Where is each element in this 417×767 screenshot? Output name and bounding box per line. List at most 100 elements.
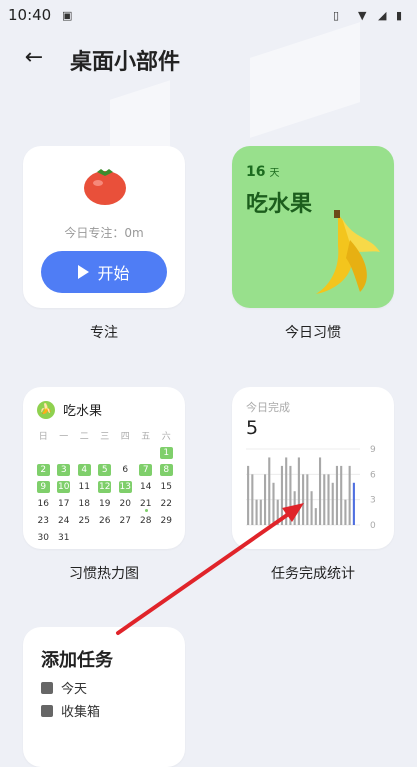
chart-bar: [331, 482, 334, 525]
chart-bar: [293, 491, 296, 525]
header: ← 桌面小部件: [0, 40, 417, 84]
status-time: 10:40: [8, 6, 52, 24]
banana-icon: [316, 210, 380, 294]
weekday-label: 一: [59, 432, 69, 442]
focus-time-text: 今日专注：0m: [64, 226, 144, 240]
inbox-icon: [41, 704, 53, 717]
calendar-day: 21: [136, 499, 157, 512]
stats-value: 5: [246, 417, 259, 439]
back-arrow-icon[interactable]: ←: [20, 44, 48, 72]
weekday-label: 三: [100, 432, 110, 442]
chart-bar: [247, 465, 250, 525]
vibrate-icon: ▯: [333, 9, 340, 22]
banana-icon: 🍌: [37, 400, 55, 419]
calendar-week-row: 2345678: [33, 461, 177, 478]
stats-title: 今日完成: [246, 401, 290, 414]
chart-y-tick: 0: [370, 521, 376, 531]
focus-widget-label: 专注: [90, 325, 118, 341]
chart-bar: [323, 474, 326, 525]
page-title: 桌面小部件: [70, 50, 181, 75]
notification-icon: ▣: [62, 9, 73, 22]
chart-bar: [318, 457, 322, 525]
chart-bar: [314, 508, 317, 525]
chart-bar: [302, 474, 305, 525]
status-bar: 10:40 ▣ ▯ ▼ ◢ ▮: [0, 0, 417, 28]
calendar-day: 28: [140, 515, 152, 526]
calendar-day: 29: [160, 515, 172, 526]
chart-bar: [276, 499, 279, 525]
chart-bar: [263, 474, 267, 525]
chart-bar: [255, 499, 258, 525]
calendar-week-row: 9 10 11 12 13 14 15: [33, 478, 177, 495]
chart-bar: [259, 499, 262, 525]
heatmap-calendar: 日一二三四五六 1 2 3 4 5 6 7 8 9 10 11 12 13 14 15 16 17 18 19 20 21…: [33, 427, 177, 546]
chart-bar: [344, 499, 347, 525]
chart-y-tick: 3: [370, 496, 376, 506]
add-task-item-label: 今天: [61, 682, 88, 697]
calendar-day: 31: [58, 532, 70, 543]
calendar-day: 20: [119, 498, 131, 509]
heatmap-widget[interactable]: 🍌 吃水果 日一二三四五六 1 2 3 4 5 6 7 8 9 10 11 12 13 14 15 16 17 18…: [23, 387, 185, 549]
calendar-day: 1: [156, 446, 177, 459]
calendar-day: 18: [78, 498, 90, 509]
calendar-day: 25: [78, 515, 90, 526]
chart-bar: [289, 465, 292, 525]
calendar-day: 12: [98, 480, 112, 493]
calendar-day: 8: [156, 463, 177, 476]
battery-icon: ▮: [396, 9, 403, 22]
calendar-day: 6: [122, 464, 129, 475]
add-task-item-today[interactable]: 今天: [41, 678, 87, 697]
weekday-label: 六: [161, 432, 171, 442]
chart-bar: [285, 457, 288, 525]
heatmap-title: 吃水果: [63, 404, 103, 419]
tomato-icon: [84, 169, 126, 205]
signal-icon: ◢: [378, 9, 387, 22]
calendar-day: 4: [74, 463, 95, 476]
calendar-day: 30: [37, 532, 49, 543]
weekday-label: 日: [38, 432, 48, 442]
start-button-label: 开始: [97, 264, 130, 283]
chart-bar: [268, 457, 271, 525]
calendar-day: 22: [160, 498, 172, 509]
start-button[interactable]: 开始: [41, 251, 167, 293]
weekday-label: 四: [120, 432, 130, 442]
heatmap-header: 🍌 吃水果: [37, 400, 102, 419]
weekday-label: 五: [141, 432, 151, 442]
chart-bar: [327, 474, 330, 525]
add-task-widget[interactable]: 添加任务 今天 收集箱: [23, 627, 185, 767]
stats-bar-chart: 9 6 3 0: [246, 445, 376, 531]
chart-bar: [306, 474, 309, 525]
weekday-row: 日 一二 三四 五六: [33, 427, 177, 444]
chart-bar: [310, 491, 313, 525]
task-stats-widget[interactable]: 今日完成 5 9 6 3 0: [232, 387, 394, 549]
calendar-day: 2: [33, 463, 54, 476]
calendar-day: 7: [136, 463, 157, 476]
focus-widget[interactable]: 今日专注：0m 开始: [23, 146, 185, 308]
habit-widget[interactable]: 16 天 吃水果: [232, 146, 394, 308]
calendar-day: 26: [99, 515, 111, 526]
habit-name: 吃水果: [246, 192, 313, 217]
calendar-day: 17: [58, 498, 70, 509]
calendar-day: 14: [140, 481, 152, 492]
calendar-day: 3: [54, 463, 75, 476]
calendar-day: 10: [57, 480, 71, 493]
calendar-day: 13: [118, 480, 132, 493]
chart-bar: [352, 482, 355, 525]
calendar-day: 15: [160, 481, 172, 492]
task-stats-widget-label: 任务完成统计: [271, 566, 355, 582]
add-task-item-inbox[interactable]: 收集箱: [41, 701, 100, 720]
calendar-day: 24: [58, 515, 70, 526]
chart-bar: [335, 465, 339, 525]
calendar-week-row: 1: [33, 444, 177, 461]
calendar-week-row: 30 31: [33, 529, 177, 546]
weekday-label: 二: [79, 432, 89, 442]
play-icon: [78, 265, 90, 279]
calendar-week-row: 23 24 25 26 27 28 29: [33, 512, 177, 529]
calendar-day: 27: [119, 515, 131, 526]
calendar-day: 9: [33, 480, 54, 493]
chart-y-tick: 6: [370, 470, 376, 480]
calendar-day: 16: [37, 498, 49, 509]
chart-bar: [272, 482, 275, 525]
calendar-icon: [41, 681, 53, 694]
calendar-day: 23: [37, 515, 49, 526]
